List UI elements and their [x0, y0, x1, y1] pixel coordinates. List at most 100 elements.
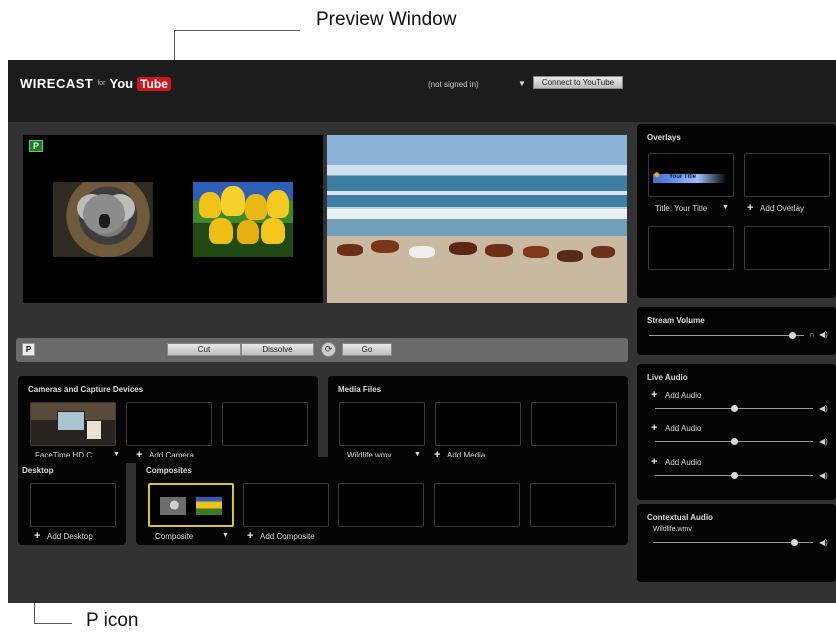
- transition-speed-icon[interactable]: ⟳: [321, 342, 336, 357]
- wirecast-app-window: WIRECAST for You Tube (not signed in) ▼ …: [8, 60, 836, 603]
- composite-slot-selected[interactable]: [148, 483, 234, 527]
- overlays-panel: Overlays ✸ Your Title Title: Your Title …: [637, 124, 836, 298]
- connect-youtube-button[interactable]: Connect to YouTube: [533, 76, 623, 89]
- speaker-icon[interactable]: ◀): [819, 404, 828, 413]
- horse: [591, 246, 615, 258]
- audio-volume-knob[interactable]: [731, 438, 738, 445]
- speaker-icon[interactable]: ◀): [819, 538, 828, 547]
- stream-volume-panel: Stream Volume ∩ ◀): [637, 307, 836, 355]
- composite-slot-empty[interactable]: [243, 483, 329, 527]
- callout-line-horizontal: [174, 30, 300, 31]
- preview-window: P: [23, 135, 323, 303]
- add-overlay-button[interactable]: Add Overlay: [760, 204, 804, 213]
- media-slot-wildlife[interactable]: [339, 402, 425, 446]
- audio-volume-knob[interactable]: [731, 472, 738, 479]
- tulip-flower: [209, 218, 233, 244]
- speaker-icon[interactable]: ◀): [819, 437, 828, 446]
- add-audio-button[interactable]: Add Audio: [665, 458, 701, 467]
- account-status: (not signed in): [428, 80, 479, 89]
- horse: [485, 244, 513, 257]
- cameras-panel-title: Cameras and Capture Devices: [28, 385, 144, 394]
- add-audio-button[interactable]: Add Audio: [665, 424, 701, 433]
- brand-for: for: [97, 80, 106, 87]
- cut-button[interactable]: Cut: [167, 343, 241, 356]
- composite-slot-empty[interactable]: [338, 483, 424, 527]
- brand-wirecast: WIRECAST: [20, 76, 94, 91]
- media-slot-empty[interactable]: [531, 402, 617, 446]
- preview-badge: P: [29, 140, 43, 152]
- media-panel: Media Files Wildlife.wmv ▼ + Add Media: [328, 376, 628, 463]
- p-icon[interactable]: P: [22, 343, 35, 356]
- tulip-flower: [261, 218, 285, 244]
- add-audio-button[interactable]: Add Audio: [665, 391, 701, 400]
- camera-slot-empty[interactable]: [222, 402, 308, 446]
- media-slot-empty[interactable]: [435, 402, 521, 446]
- add-composite-icon[interactable]: +: [247, 531, 253, 542]
- cameras-panel: Cameras and Capture Devices FaceTime HD …: [18, 376, 318, 463]
- camera-thumbnail-object: [87, 421, 101, 439]
- speaker-icon[interactable]: ◀): [819, 330, 828, 339]
- composite-slot-empty[interactable]: [530, 483, 616, 527]
- composite-koala-thumb: [160, 497, 186, 515]
- stream-volume-knob[interactable]: [788, 332, 796, 339]
- wave-foam: [327, 207, 627, 210]
- contextual-audio-source: Wildlife.wmv: [653, 526, 692, 533]
- contextual-volume-knob[interactable]: [790, 539, 798, 546]
- horse: [409, 246, 435, 258]
- overlays-panel-title: Overlays: [647, 133, 681, 142]
- callout-line-horizontal: [34, 623, 72, 624]
- stream-volume-track[interactable]: [649, 335, 804, 336]
- contextual-volume-track[interactable]: [653, 542, 813, 543]
- overlay-slot-title[interactable]: ✸ Your Title: [648, 153, 734, 197]
- desktop-panel: Desktop + Add Desktop: [18, 457, 126, 545]
- composite-tulips-thumb: [196, 497, 222, 515]
- desktop-panel-title: Desktop: [22, 466, 54, 475]
- composites-panel: Composites Composite ▼ + Add Composite: [136, 457, 628, 545]
- go-button[interactable]: Go: [342, 343, 392, 356]
- live-audio-title: Live Audio: [647, 373, 688, 382]
- brand-tube: Tube: [137, 76, 171, 91]
- add-desktop-button[interactable]: Add Desktop: [47, 532, 93, 541]
- horse: [449, 242, 477, 255]
- overlay-slot-empty[interactable]: [744, 153, 830, 197]
- contextual-audio-panel: Contextual Audio Wildlife.wmv ◀): [637, 504, 836, 582]
- add-overlay-icon[interactable]: +: [747, 203, 753, 214]
- add-audio-icon[interactable]: +: [651, 457, 657, 468]
- account-dropdown-icon[interactable]: ▼: [518, 79, 526, 88]
- composite-source-label: Composite: [155, 532, 194, 541]
- live-audio-panel: Live Audio + Add Audio ◀) + Add Audio ◀)…: [637, 364, 836, 500]
- audio-volume-knob[interactable]: [731, 405, 738, 412]
- overlay-dropdown-icon[interactable]: ▼: [722, 204, 729, 211]
- camera-slot-facetime[interactable]: [30, 402, 116, 446]
- desktop-slot-empty[interactable]: [30, 483, 116, 527]
- title-overlay-text: Your Title: [669, 174, 697, 180]
- koala-image: [53, 182, 153, 257]
- overlay-slot-empty[interactable]: [648, 226, 734, 270]
- brand-you: You: [109, 76, 134, 91]
- tulips-image: [193, 182, 293, 257]
- app-header: WIRECAST for You Tube (not signed in) ▼ …: [8, 60, 836, 122]
- add-desktop-icon[interactable]: +: [34, 531, 40, 542]
- horses-herd: [337, 240, 617, 268]
- media-panel-title: Media Files: [338, 385, 382, 394]
- koala-nose: [99, 214, 110, 228]
- camera-thumbnail-window: [57, 411, 85, 431]
- composite-dropdown-icon[interactable]: ▼: [222, 532, 229, 539]
- p-icon-annotation: P icon: [86, 610, 139, 631]
- speaker-icon[interactable]: ◀): [819, 471, 828, 480]
- overlay-source-label: Title: Your Title: [655, 204, 708, 213]
- tulip-flower: [267, 190, 289, 218]
- horse: [557, 250, 583, 262]
- composite-slot-empty[interactable]: [434, 483, 520, 527]
- add-audio-icon[interactable]: +: [651, 423, 657, 434]
- camera-slot-empty[interactable]: [126, 402, 212, 446]
- add-audio-icon[interactable]: +: [651, 390, 657, 401]
- headphones-icon[interactable]: ∩: [809, 330, 815, 339]
- stream-volume-title: Stream Volume: [647, 316, 705, 325]
- horse: [371, 240, 399, 253]
- wave-foam: [327, 191, 627, 195]
- overlay-slot-empty[interactable]: [744, 226, 830, 270]
- dissolve-button[interactable]: Dissolve: [241, 343, 314, 356]
- app-logo: WIRECAST for You Tube: [20, 76, 171, 91]
- add-composite-button[interactable]: Add Composite: [260, 532, 315, 541]
